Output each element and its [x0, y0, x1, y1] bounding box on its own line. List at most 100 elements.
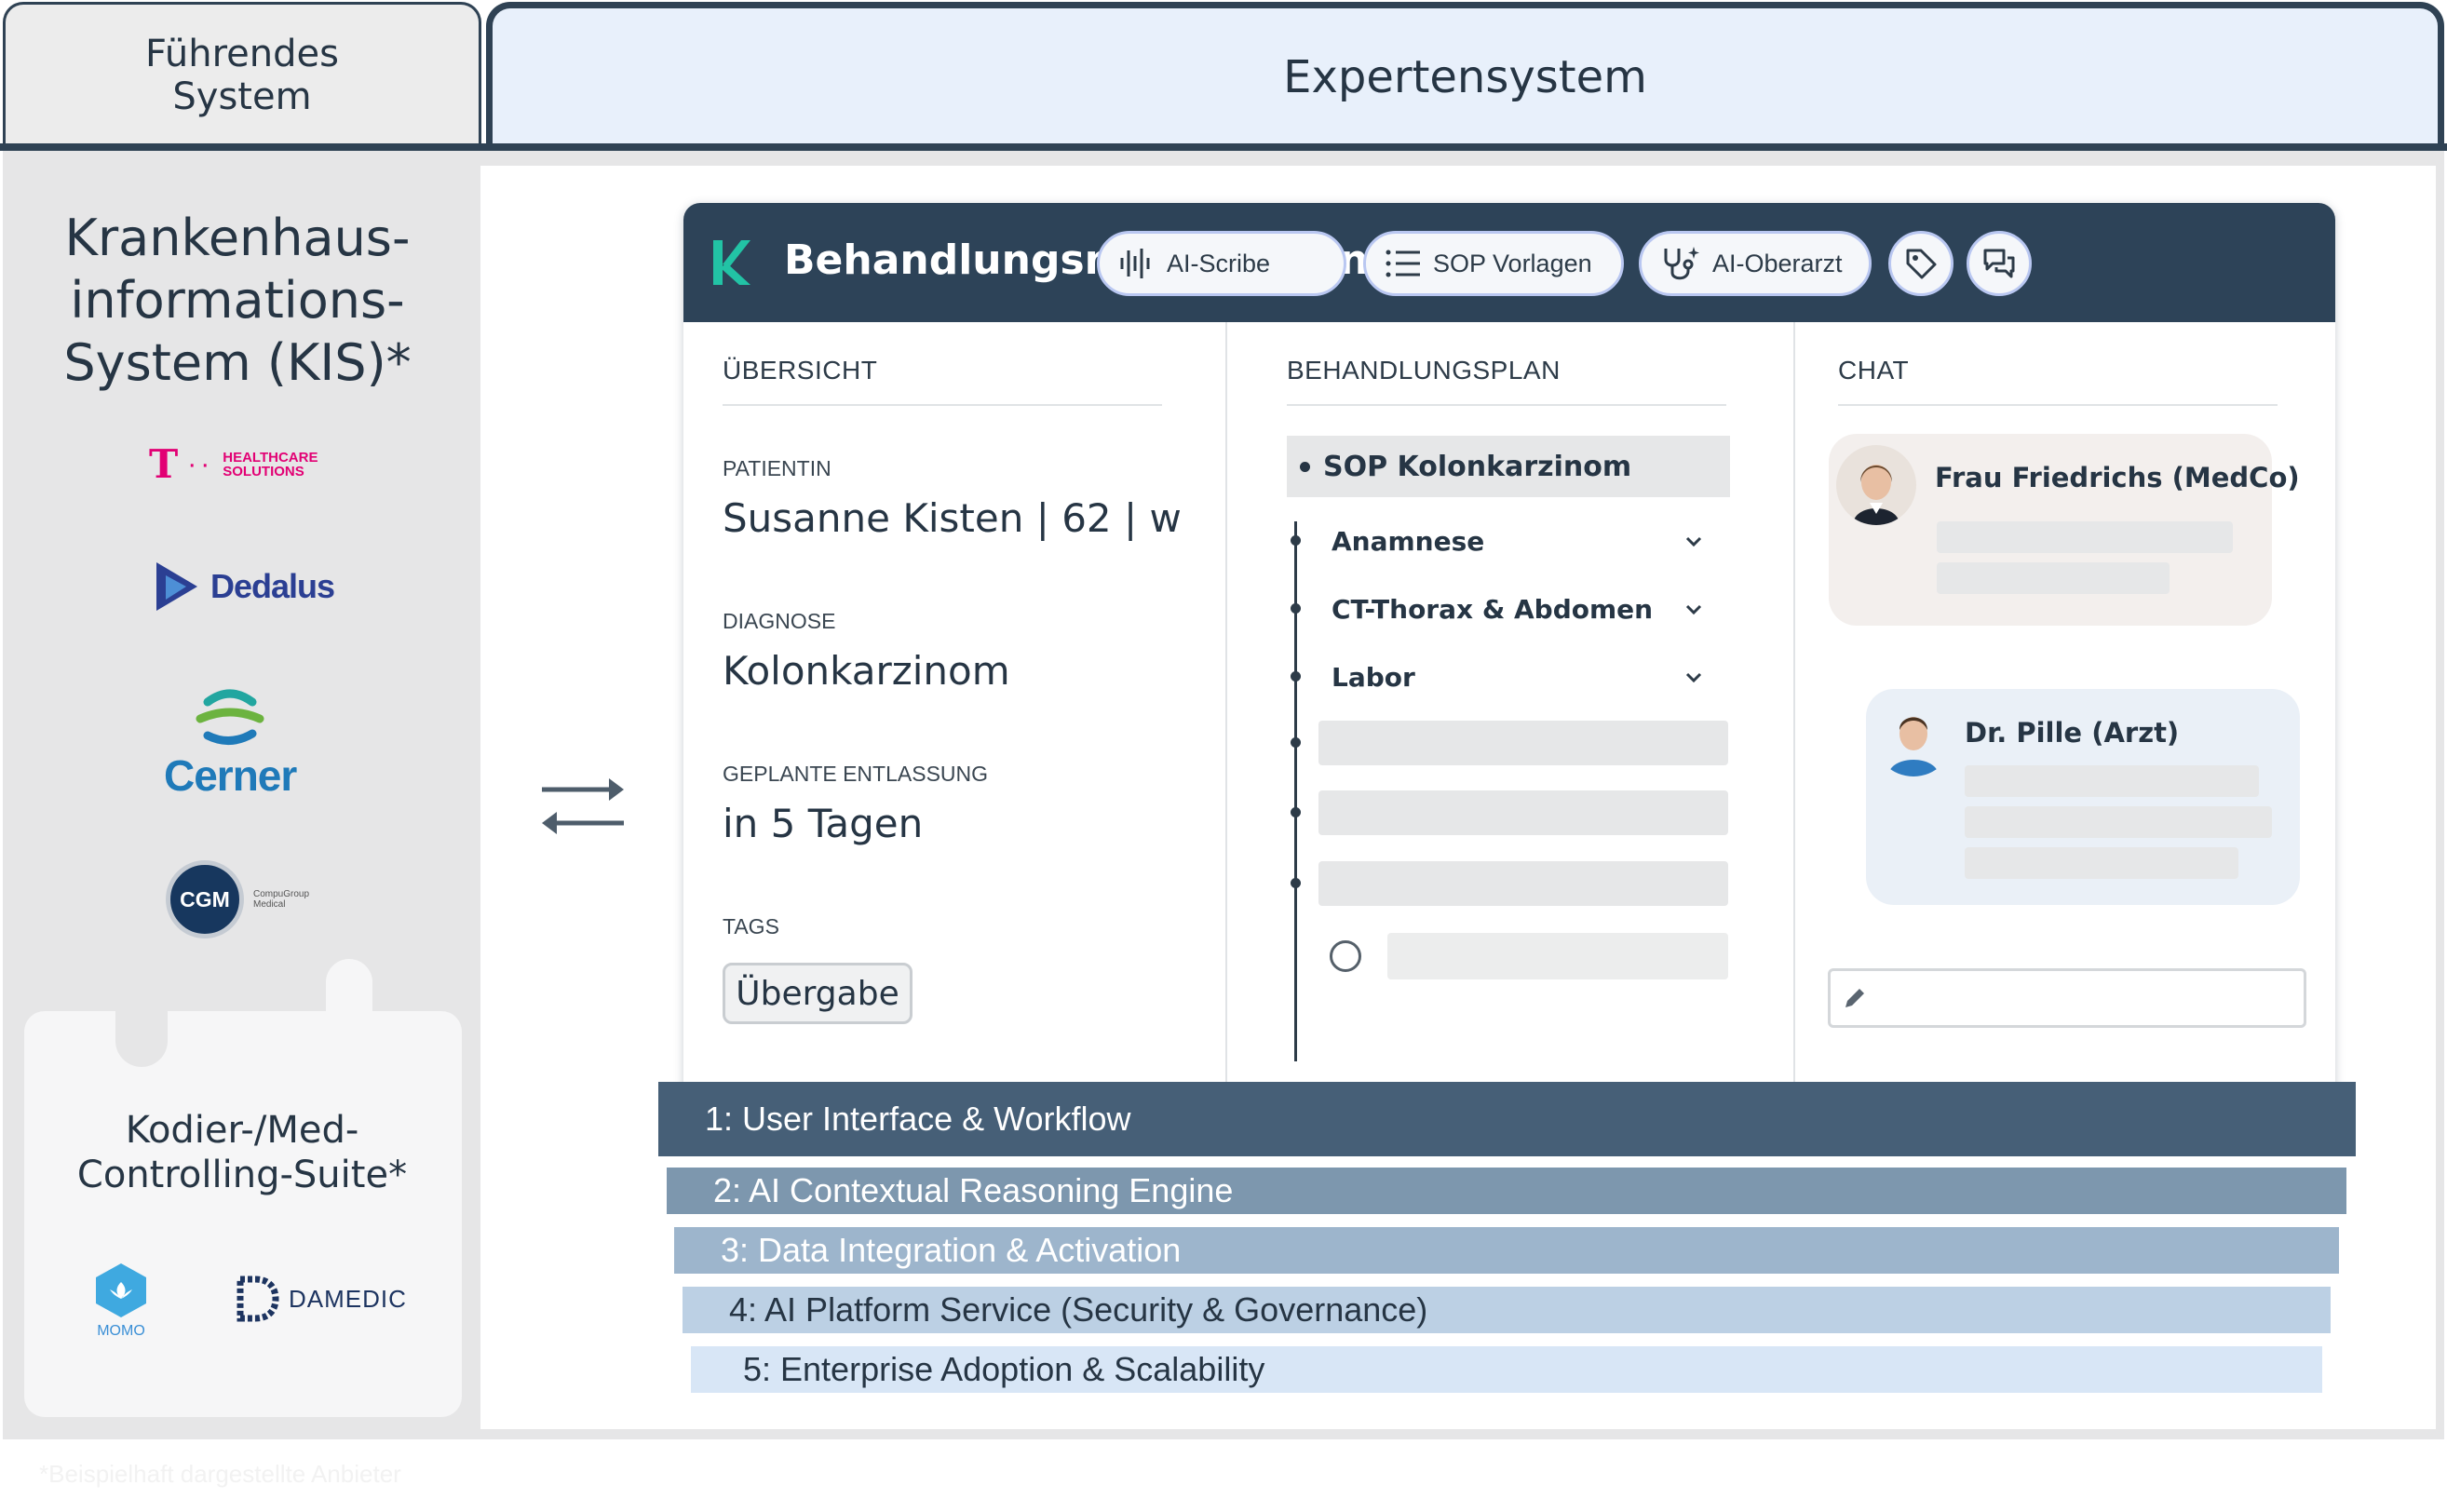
overview-rule	[723, 404, 1162, 406]
ai-scribe-label: AI-Scribe	[1167, 249, 1271, 277]
tab-leading-system-label: Führendes System	[145, 33, 339, 118]
layer-enterprise-adoption: 5: Enterprise Adoption & Scalability	[691, 1346, 2322, 1393]
sop-kolonkarzinom-row[interactable]: SOP Kolonkarzinom	[1287, 436, 1730, 497]
tag-button[interactable]	[1888, 231, 1954, 296]
puzzle-notch	[115, 1002, 168, 1067]
app-header: Behandlungsmanagement AI-Scribe SOP Vorl…	[683, 203, 2335, 322]
telekom-healthcare-logo: T ·· HEALTHCARE SOLUTIONS	[149, 441, 318, 487]
tab-leading-system: Führendes System	[3, 2, 481, 146]
avatar-frau-friedrichs	[1836, 445, 1916, 525]
patient-value: Susanne Kisten | 62 | w	[723, 495, 1182, 541]
footnote: *Beispielhaft dargestellte Anbieter	[39, 1460, 401, 1488]
cgm-logo: CGM CompuGroup Medical	[166, 860, 309, 938]
tab-expert-system: Expertensystem	[486, 2, 2444, 146]
suite-title: Kodier-/Med- Controlling-Suite*	[76, 1109, 408, 1196]
plan-rule	[1287, 404, 1726, 406]
woman-avatar-icon	[1836, 445, 1916, 525]
plan-placeholder	[1318, 790, 1728, 835]
layer-label: 2: AI Contextual Reasoning Engine	[713, 1171, 1234, 1209]
ai-oberarzt-label: AI-Oberarzt	[1712, 249, 1843, 277]
cerner-logo-text: Cerner	[164, 751, 297, 800]
chevron-down-icon	[1685, 536, 1702, 547]
chat-rule	[1838, 404, 2278, 406]
handover-tag-label: Übergabe	[736, 974, 899, 1013]
cerner-mark-icon	[196, 689, 264, 745]
cgm-logo-text: CGM	[180, 886, 230, 911]
suite-puzzle-piece	[24, 1011, 462, 1417]
k-logo-icon	[713, 240, 750, 285]
dedalus-mark-icon	[156, 562, 197, 611]
timeline-dot	[1291, 671, 1301, 682]
patient-label: PATIENTIN	[723, 456, 831, 480]
ai-oberarzt-button[interactable]: AI-Oberarzt	[1639, 231, 1872, 296]
damedic-logo: DAMEDIC	[235, 1276, 407, 1322]
plan-placeholder	[1318, 861, 1728, 906]
chat-text-placeholder	[1965, 765, 2259, 797]
dedalus-logo: Dedalus	[153, 559, 335, 614]
timeline-dot	[1291, 807, 1301, 817]
sop-templates-label: SOP Vorlagen	[1433, 249, 1592, 277]
layer-reasoning-engine: 2: AI Contextual Reasoning Engine	[667, 1168, 2346, 1214]
timeline-dot	[1291, 878, 1301, 888]
discharge-value: in 5 Tagen	[723, 801, 924, 846]
ai-scribe-button[interactable]: AI-Scribe	[1097, 231, 1346, 296]
list-icon	[1386, 250, 1420, 277]
timeline-dot	[1291, 535, 1301, 546]
puzzle-tab	[326, 959, 372, 1024]
kis-title: Krankenhaus- informations- System (KIS)*	[63, 209, 412, 392]
plan-step-empty-circle[interactable]	[1330, 940, 1361, 972]
plan-item-anamnese[interactable]: Anamnese	[1332, 520, 1704, 562]
overview-heading: ÜBERSICHT	[723, 356, 878, 385]
column-divider	[1793, 322, 1795, 1141]
sop-label: SOP Kolonkarzinom	[1323, 450, 1632, 483]
layer-label: 3: Data Integration & Activation	[721, 1231, 1182, 1269]
tags-label: TAGS	[723, 914, 779, 938]
bidirectional-arrows-icon	[542, 778, 624, 834]
chat-author-friedrichs: Frau Friedrichs (MedCo)	[1935, 462, 2300, 493]
column-divider	[1225, 322, 1227, 1141]
chevron-down-icon	[1685, 672, 1702, 683]
tab-divider	[0, 143, 2447, 151]
telekom-logo-text: HEALTHCARE SOLUTIONS	[223, 449, 318, 479]
waveform-icon	[1120, 249, 1150, 278]
diagnosis-label: DIAGNOSE	[723, 609, 836, 633]
chat-text-placeholder	[1937, 562, 2170, 594]
plan-placeholder	[1387, 933, 1728, 979]
layer-label: 1: User Interface & Workflow	[705, 1100, 1131, 1138]
chevron-down-icon	[1685, 604, 1702, 615]
timeline-dot	[1291, 603, 1301, 614]
dedalus-logo-text: Dedalus	[210, 567, 335, 605]
cgm-circle-icon: CGM	[166, 860, 244, 938]
sop-templates-button[interactable]: SOP Vorlagen	[1363, 231, 1624, 296]
pencil-icon	[1845, 989, 1864, 1007]
cerner-logo: Cerner	[164, 689, 297, 801]
plan-heading: BEHANDLUNGSPLAN	[1287, 356, 1561, 385]
stethoscope-sparkle-icon	[1664, 247, 1699, 280]
momo-logo-text: MOMO	[97, 1323, 145, 1339]
plan-item-label: CT-Thorax & Abdomen	[1332, 593, 1654, 625]
diagnosis-value: Kolonkarzinom	[723, 648, 1010, 694]
avatar-dr-pille	[1873, 696, 1954, 776]
layer-platform-service: 4: AI Platform Service (Security & Gover…	[683, 1287, 2331, 1333]
momo-logo: MOMO	[93, 1262, 149, 1340]
handover-tag[interactable]: Übergabe	[723, 963, 913, 1024]
damedic-mark-icon	[237, 1276, 279, 1322]
plan-item-ct[interactable]: CT-Thorax & Abdomen	[1332, 587, 1704, 630]
plan-item-labor[interactable]: Labor	[1332, 655, 1704, 698]
tab-expert-system-label: Expertensystem	[1283, 51, 1647, 103]
chat-message-input[interactable]	[1828, 968, 2306, 1028]
layer-ui-workflow: 1: User Interface & Workflow	[658, 1082, 2356, 1156]
plan-item-label: Labor	[1332, 661, 1415, 693]
chat-author-pille: Dr. Pille (Arzt)	[1965, 717, 2180, 749]
tag-icon	[1906, 249, 1937, 279]
cgm-logo-subtext: CompuGroup Medical	[253, 889, 310, 910]
chat-text-placeholder	[1965, 847, 2238, 879]
sop-bullet	[1300, 461, 1310, 472]
layer-label: 5: Enterprise Adoption & Scalability	[743, 1350, 1265, 1388]
timeline-dot	[1291, 737, 1301, 748]
layer-label: 4: AI Platform Service (Security & Gover…	[729, 1290, 1428, 1329]
momo-hexagon-icon	[96, 1263, 146, 1317]
chat-text-placeholder	[1937, 521, 2233, 553]
chat-toggle-button[interactable]	[1967, 231, 2032, 296]
discharge-label: GEPLANTE ENTLASSUNG	[723, 762, 989, 786]
